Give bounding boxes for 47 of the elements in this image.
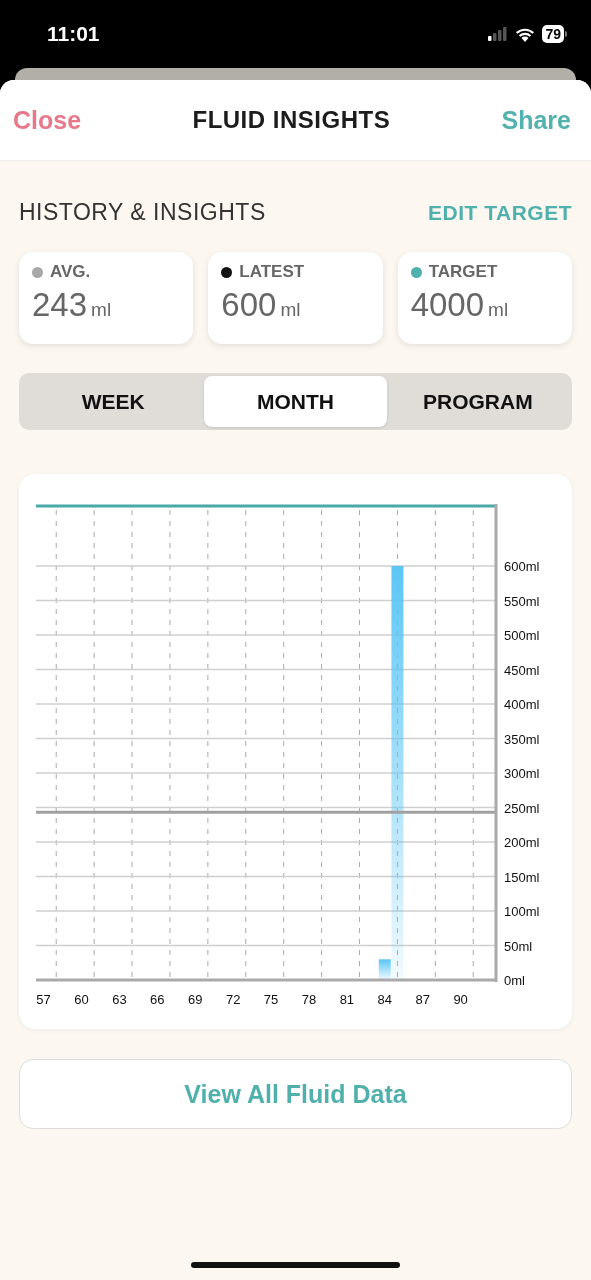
x-axis-label: 90 <box>453 992 468 1007</box>
view-all-button[interactable]: View All Fluid Data <box>19 1059 572 1129</box>
stat-unit: ml <box>91 299 112 321</box>
x-axis-label: 69 <box>188 992 203 1007</box>
stat-value: 243 <box>32 286 88 324</box>
x-axis-label: 72 <box>225 992 241 1007</box>
x-axis-label: 60 <box>74 992 89 1007</box>
y-axis-label: 600ml <box>504 559 540 575</box>
stat-label: LATEST <box>239 262 305 282</box>
y-axis-label: 400ml <box>504 697 540 712</box>
y-axis-label: 0ml <box>504 973 525 988</box>
period-tab[interactable]: WEEK <box>22 376 205 427</box>
close-button[interactable]: Close <box>13 105 82 135</box>
y-axis-label: 350ml <box>504 731 540 747</box>
y-axis-label: 150ml <box>504 869 540 885</box>
share-button[interactable]: Share <box>501 105 571 135</box>
stat-value: 4000 <box>410 286 485 324</box>
wifi-icon <box>515 26 536 42</box>
y-axis-label: 100ml <box>504 904 540 919</box>
period-tab[interactable]: MONTH <box>204 376 387 427</box>
period-tab[interactable]: PROGRAM <box>386 376 569 427</box>
x-axis-label: 78 <box>301 992 317 1007</box>
stat-unit: ml <box>488 299 509 321</box>
x-axis-label: 63 <box>112 992 127 1007</box>
y-axis-label: 250ml <box>504 800 540 816</box>
screen-title: FLUID INSIGHTS <box>192 106 391 134</box>
x-axis-label: 81 <box>339 992 355 1007</box>
y-axis-label: 550ml <box>504 593 540 609</box>
y-axis-label: 500ml <box>504 628 540 643</box>
y-axis-label: 300ml <box>504 766 540 781</box>
edit-target-link[interactable]: EDIT TARGET <box>428 200 572 225</box>
battery-icon: 79 <box>542 25 567 43</box>
y-axis-label: 50ml <box>504 938 533 954</box>
y-axis-label: 450ml <box>504 662 540 678</box>
stat-label: AVG. <box>50 262 91 282</box>
stat-value: 600 <box>221 286 277 324</box>
y-axis-label: 200ml <box>504 835 540 850</box>
status-time: 11:01 <box>47 22 100 46</box>
section-title: HISTORY & INSIGHTS <box>19 199 266 226</box>
x-axis-label: 84 <box>377 992 393 1007</box>
x-axis-label: 57 <box>36 992 51 1007</box>
x-axis-label: 75 <box>263 992 279 1007</box>
x-axis-label: 66 <box>150 992 165 1007</box>
stat-label: TARGET <box>428 262 498 282</box>
signal-icon <box>488 27 509 41</box>
x-axis-label: 87 <box>415 992 430 1007</box>
stat-unit: ml <box>280 299 301 321</box>
